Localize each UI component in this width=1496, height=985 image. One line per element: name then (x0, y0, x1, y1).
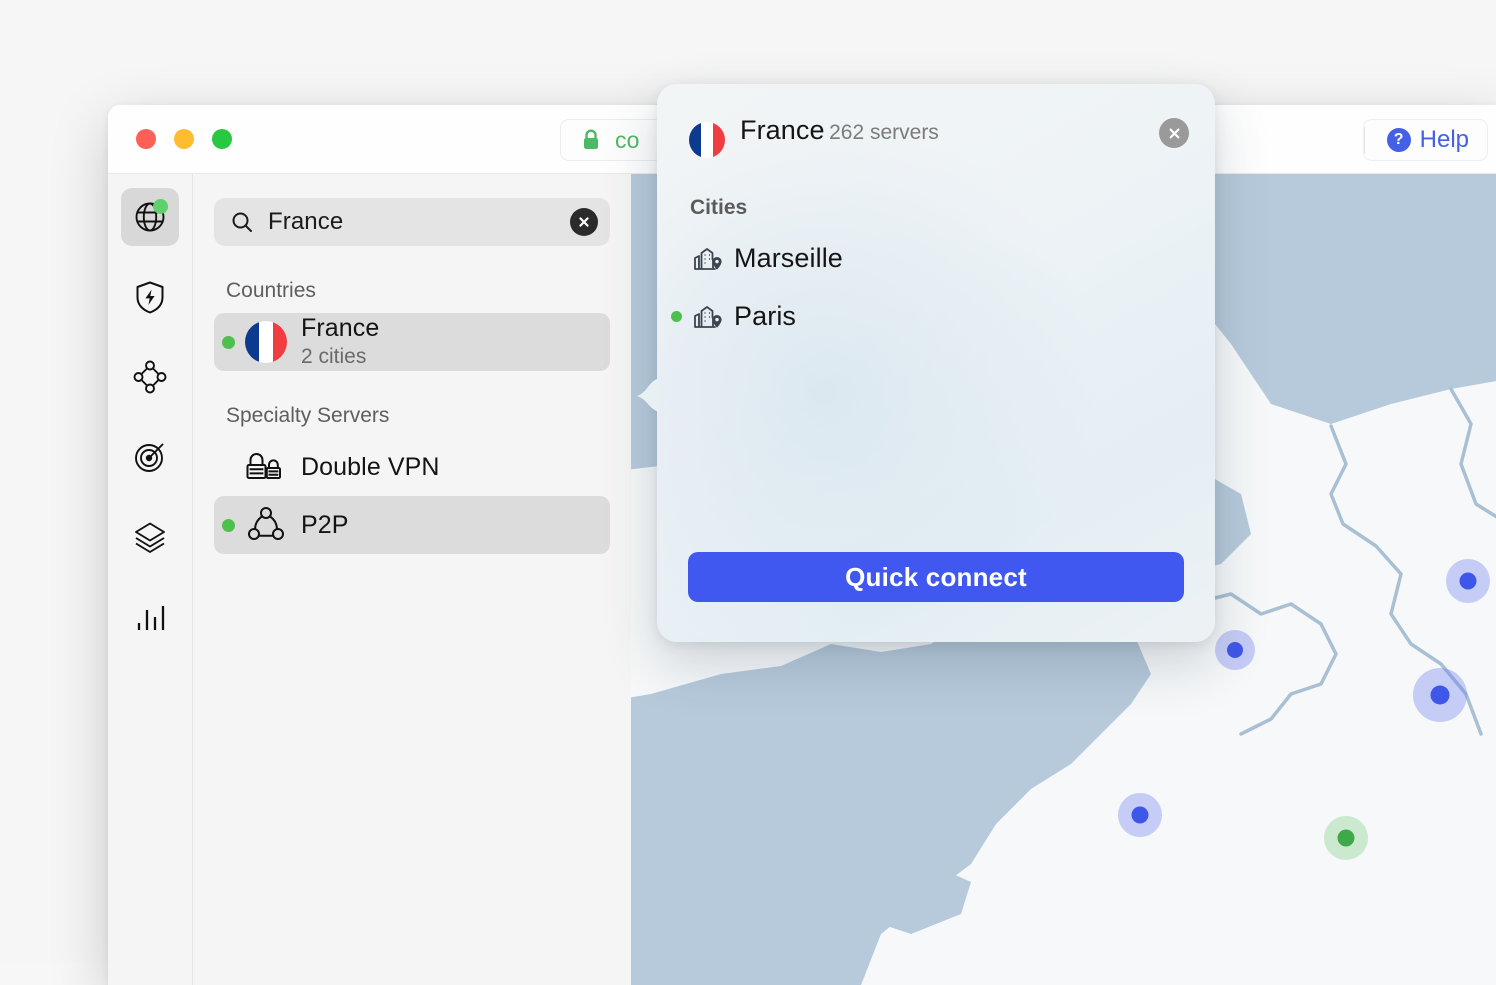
help-button[interactable]: ? Help (1387, 126, 1469, 154)
close-icon[interactable] (1159, 118, 1189, 148)
city-name: Marseille (734, 243, 843, 274)
sidebar-item-servers[interactable] (121, 188, 179, 246)
p2p-nodes-icon (243, 504, 289, 546)
close-window-button[interactable] (136, 129, 156, 149)
marker-core (1338, 830, 1355, 847)
popup-server-count: 262 servers (829, 121, 939, 144)
desktop-backdrop: co ? Help (0, 0, 1496, 962)
marker-core (1431, 686, 1450, 705)
help-label: Help (1420, 126, 1469, 154)
city-pin-icon (691, 300, 725, 332)
list-item-p2p[interactable]: P2P (214, 496, 610, 554)
server-list-panel: France Countries (193, 174, 631, 985)
minimize-window-button[interactable] (174, 129, 194, 149)
bar-chart-icon (131, 598, 169, 636)
status-dot-placeholder (671, 253, 682, 264)
list-item-label: Double VPN (301, 453, 440, 482)
search-icon (230, 210, 254, 234)
quick-connect-button[interactable]: Quick connect (688, 552, 1184, 602)
flag-france-icon (689, 122, 725, 158)
popup-pointer-tail (635, 352, 659, 436)
search-input[interactable]: France (268, 208, 556, 236)
connection-status-text: co (615, 127, 640, 154)
popup-header: France 262 servers (657, 84, 1215, 158)
sidebar-item-dark-web-monitor[interactable] (121, 428, 179, 486)
cities-section-header: Cities (690, 196, 1215, 220)
countries-section-header: Countries (226, 279, 610, 303)
marker-core (1132, 807, 1149, 824)
list-item-label: France (301, 314, 379, 343)
popup-content: France 262 servers Cities (657, 84, 1215, 642)
status-dot (222, 336, 235, 349)
target-icon (130, 437, 170, 477)
sidebar-item-threat-protection[interactable] (121, 268, 179, 326)
search-box[interactable]: France (214, 198, 610, 246)
list-item-double-vpn[interactable]: Double VPN (214, 438, 610, 496)
country-detail-popup: France 262 servers Cities (657, 84, 1215, 642)
sidebar-item-file-share[interactable] (121, 508, 179, 566)
sidebar-item-meshnet[interactable] (121, 348, 179, 406)
sidebar-item-statistics[interactable] (121, 588, 179, 646)
status-dot-placeholder (222, 461, 235, 474)
online-status-badge (153, 199, 168, 214)
sidebar-icon-rail (108, 174, 193, 985)
maximize-window-button[interactable] (212, 129, 232, 149)
flag-france-icon (243, 321, 289, 363)
status-dot (671, 311, 682, 322)
titlebar-toolbar-group: ? Help (1363, 119, 1488, 161)
list-item-label: P2P (301, 511, 349, 540)
city-item-marseille[interactable]: Marseille (671, 238, 1215, 278)
popup-country-name: France (740, 115, 825, 145)
city-name: Paris (734, 301, 796, 332)
city-pin-icon (691, 242, 725, 274)
layers-icon (130, 517, 170, 557)
lock-icon (581, 128, 601, 152)
marker-core (1227, 642, 1243, 658)
city-item-paris[interactable]: Paris (671, 296, 1215, 336)
status-dot (222, 519, 235, 532)
shield-bolt-icon (131, 278, 169, 316)
traffic-light-buttons (136, 129, 232, 149)
double-lock-icon (243, 447, 289, 487)
clear-search-icon[interactable] (570, 208, 598, 236)
list-item-sublabel: 2 cities (301, 344, 379, 370)
specialty-section-header: Specialty Servers (226, 404, 610, 428)
toolbar-divider (1364, 127, 1365, 153)
mesh-network-icon (130, 357, 170, 397)
list-item-france[interactable]: France 2 cities (214, 313, 610, 371)
marker-core (1460, 573, 1477, 590)
question-mark-icon: ? (1387, 128, 1411, 152)
connection-status-pill[interactable]: co (560, 119, 663, 161)
